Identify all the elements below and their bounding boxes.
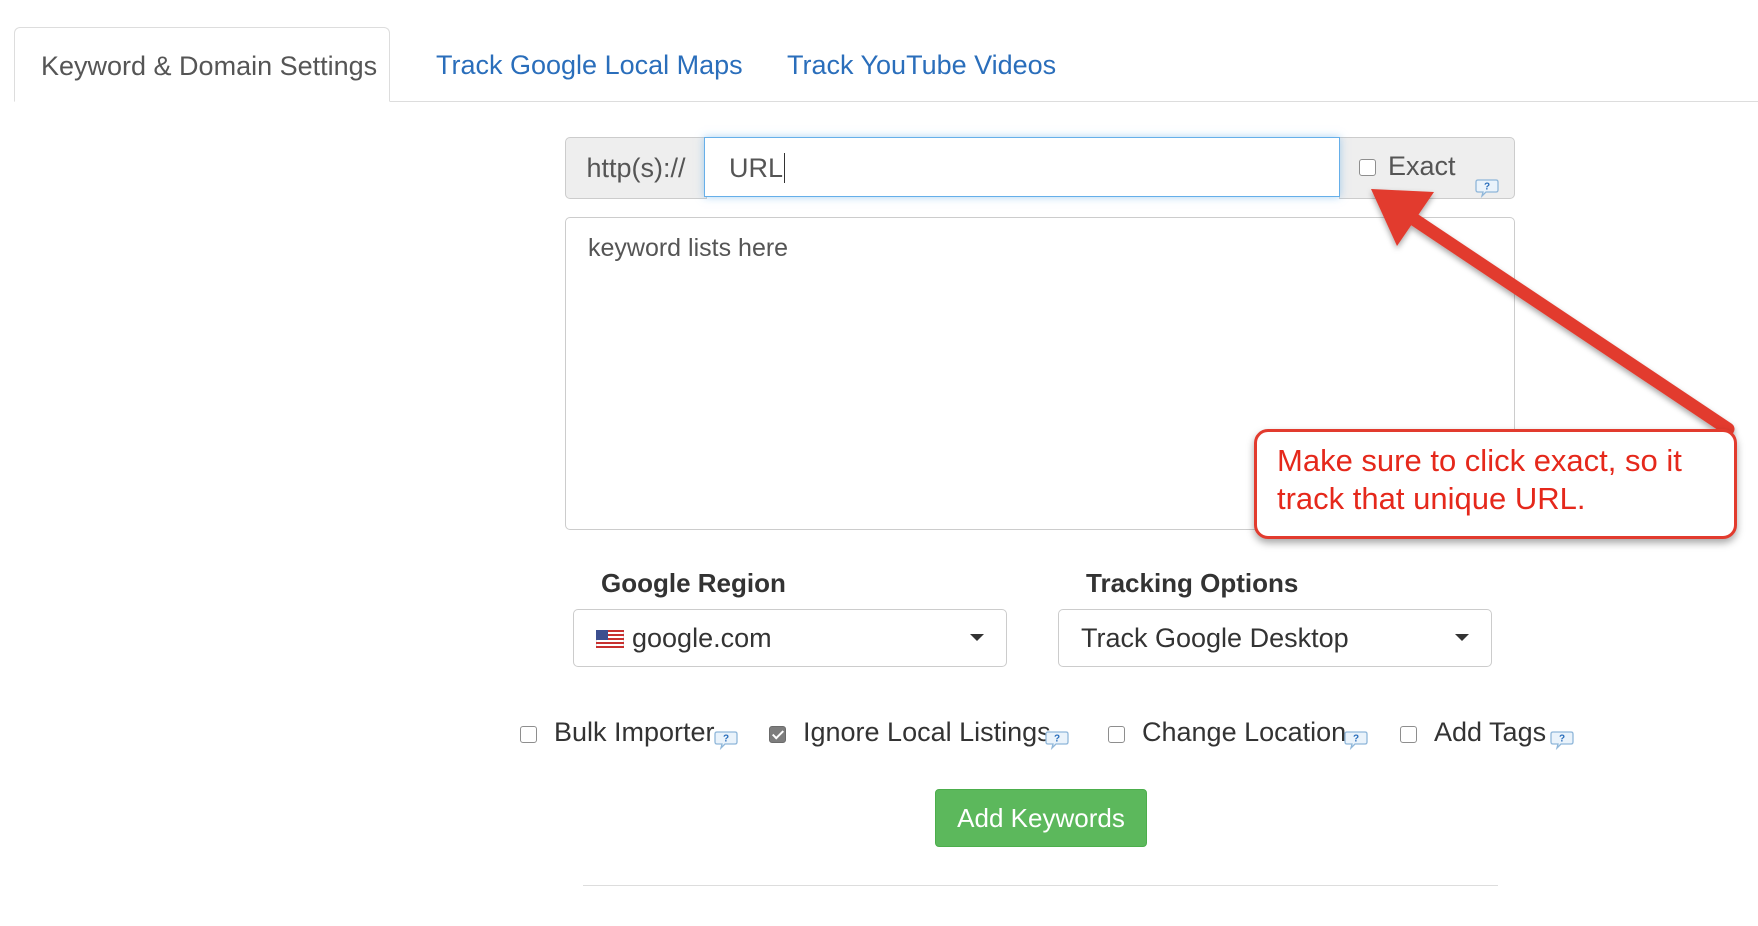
svg-text:?: ? bbox=[1484, 182, 1490, 193]
add-tags-checkbox[interactable] bbox=[1400, 726, 1417, 743]
google-region-select[interactable]: google.com bbox=[573, 609, 1007, 667]
change-location-checkbox[interactable] bbox=[1108, 726, 1125, 743]
chevron-down-icon bbox=[1455, 634, 1469, 641]
keywords-placeholder: keyword lists here bbox=[588, 234, 789, 262]
add-tags-label: Add Tags bbox=[1434, 717, 1547, 747]
add-keywords-page: Keyword & Domain Settings Track Google L… bbox=[0, 0, 1758, 926]
url-input-group: http(s):// URL Exact ? bbox=[565, 137, 1515, 199]
google-region-value: google.com bbox=[632, 623, 772, 653]
svg-text:?: ? bbox=[1054, 734, 1060, 745]
ignore-local-listings-label: Ignore Local Listings bbox=[803, 717, 1051, 747]
tab-track-youtube-videos[interactable]: Track YouTube Videos bbox=[761, 27, 1082, 101]
us-flag-icon bbox=[596, 630, 624, 648]
help-bubble-icon[interactable]: ? bbox=[1550, 726, 1574, 751]
tracking-options-select[interactable]: Track Google Desktop bbox=[1058, 609, 1492, 667]
annotation-callout: Make sure to click exact, so it track th… bbox=[1254, 429, 1737, 539]
svg-text:?: ? bbox=[1559, 734, 1565, 745]
text-caret bbox=[784, 152, 786, 183]
help-bubble-icon[interactable]: ? bbox=[1045, 726, 1069, 751]
exact-match-addon: Exact ? bbox=[1339, 137, 1515, 199]
bulk-importer-label: Bulk Importer bbox=[554, 717, 715, 747]
tracking-options-label: Tracking Options bbox=[1086, 568, 1299, 598]
exact-checkbox[interactable] bbox=[1359, 159, 1376, 176]
protocol-prefix: http(s):// bbox=[565, 137, 707, 199]
ignore-local-listings-checkbox[interactable] bbox=[769, 726, 786, 743]
bulk-importer-checkbox[interactable] bbox=[520, 726, 537, 743]
url-input[interactable]: URL bbox=[704, 137, 1340, 197]
svg-text:?: ? bbox=[723, 734, 729, 745]
tab-keyword-domain-settings[interactable]: Keyword & Domain Settings bbox=[14, 27, 390, 102]
google-region-label: Google Region bbox=[601, 568, 786, 598]
change-location-label: Change Location bbox=[1142, 717, 1347, 747]
exact-label: Exact bbox=[1388, 151, 1456, 181]
divider bbox=[583, 885, 1498, 886]
tab-track-google-local-maps[interactable]: Track Google Local Maps bbox=[410, 27, 769, 101]
tracking-options-value: Track Google Desktop bbox=[1081, 623, 1349, 653]
help-bubble-icon[interactable]: ? bbox=[1475, 159, 1499, 199]
chevron-down-icon bbox=[970, 634, 984, 641]
help-bubble-icon[interactable]: ? bbox=[1344, 726, 1368, 751]
svg-text:?: ? bbox=[1353, 734, 1359, 745]
help-bubble-icon[interactable]: ? bbox=[714, 726, 738, 751]
url-input-value: URL bbox=[729, 153, 784, 183]
add-keywords-button[interactable]: Add Keywords bbox=[935, 789, 1147, 847]
settings-tabs: Keyword & Domain Settings Track Google L… bbox=[14, 27, 1758, 102]
